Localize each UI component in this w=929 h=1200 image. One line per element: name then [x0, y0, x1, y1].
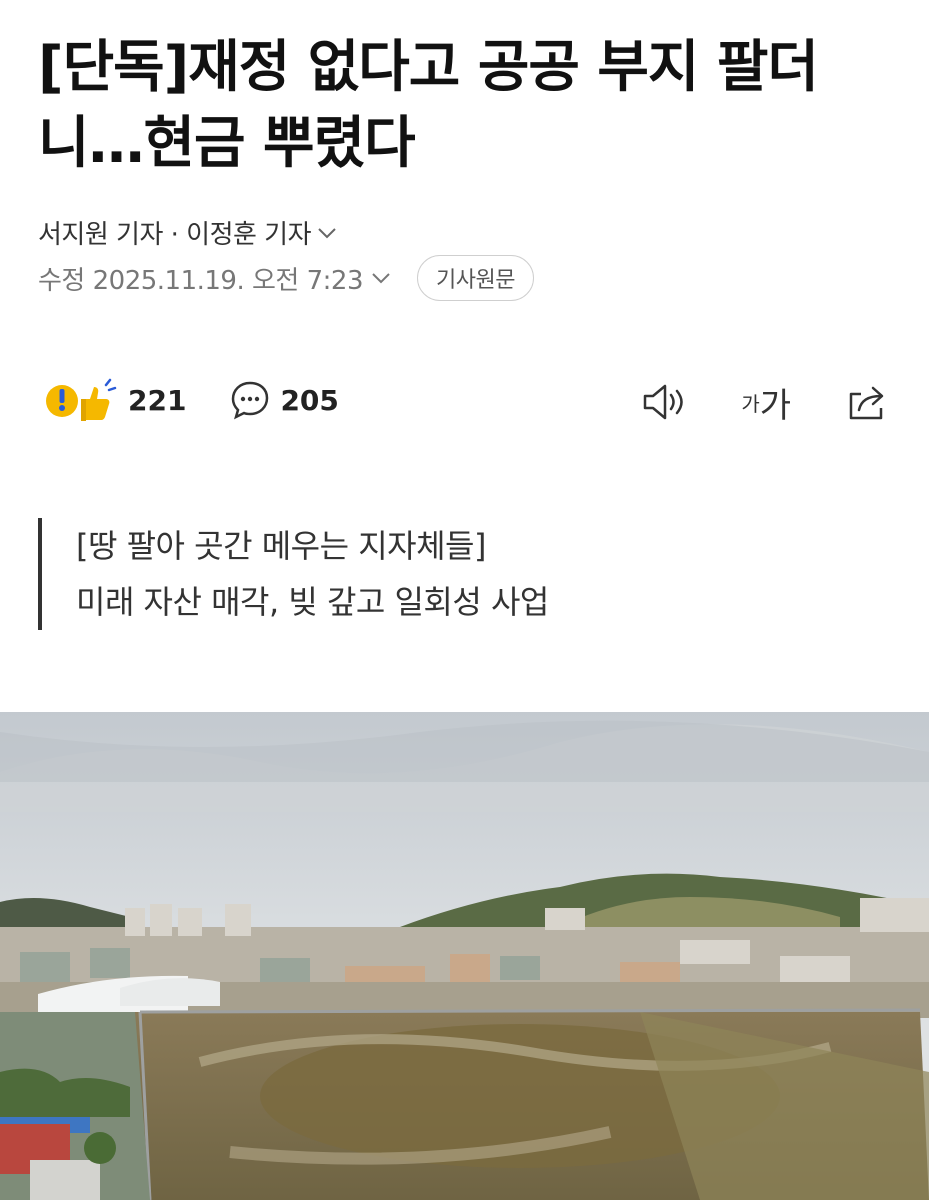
comment-count: 205	[280, 383, 339, 417]
reporter-byline[interactable]: 서지원 기자 · 이정훈 기자	[38, 214, 337, 251]
speaker-icon	[644, 384, 684, 420]
empathy-reaction[interactable]: 221	[44, 377, 186, 423]
share-button[interactable]	[845, 382, 889, 422]
article-photo	[0, 712, 929, 1200]
font-large-label: 가	[759, 385, 791, 426]
summary-line-1: [땅 팔아 곳간 메우는 지자체들]	[76, 527, 486, 565]
empathy-count: 221	[128, 383, 187, 417]
article-dateline: 수정 2025.11.19. 오전 7:23 기사원문	[38, 255, 534, 301]
exclamation-thumbs-up-icon	[46, 378, 117, 421]
summary-line-2: 미래 자산 매각, 빚 갚고 일회성 사업	[76, 583, 549, 621]
reaction-bar: 221 205	[44, 372, 339, 428]
comment-bubble-icon	[232, 381, 269, 420]
chevron-down-icon[interactable]	[371, 272, 391, 284]
tts-button[interactable]	[641, 382, 687, 422]
original-article-button[interactable]: 기사원문	[417, 255, 534, 301]
font-size-button[interactable]: 가가	[741, 378, 791, 427]
share-icon	[849, 386, 884, 420]
article-title: [단독]재정 없다고 공공 부지 팔더니…현금 뿌렸다	[38, 35, 819, 176]
article-summary: [땅 팔아 곳간 메우는 지자체들] 미래 자산 매각, 빚 갚고 일회성 사업	[38, 518, 549, 630]
modified-date: 수정 2025.11.19. 오전 7:23	[38, 265, 364, 296]
reporter-names: 서지원 기자 · 이정훈 기자	[38, 220, 312, 250]
article-toolbar: 가가	[641, 378, 889, 426]
vacant-lot-cityscape-photo	[0, 712, 929, 1200]
chevron-down-icon	[318, 227, 336, 238]
comment-reaction[interactable]: 205	[230, 380, 339, 420]
font-small-label: 가	[741, 391, 760, 416]
